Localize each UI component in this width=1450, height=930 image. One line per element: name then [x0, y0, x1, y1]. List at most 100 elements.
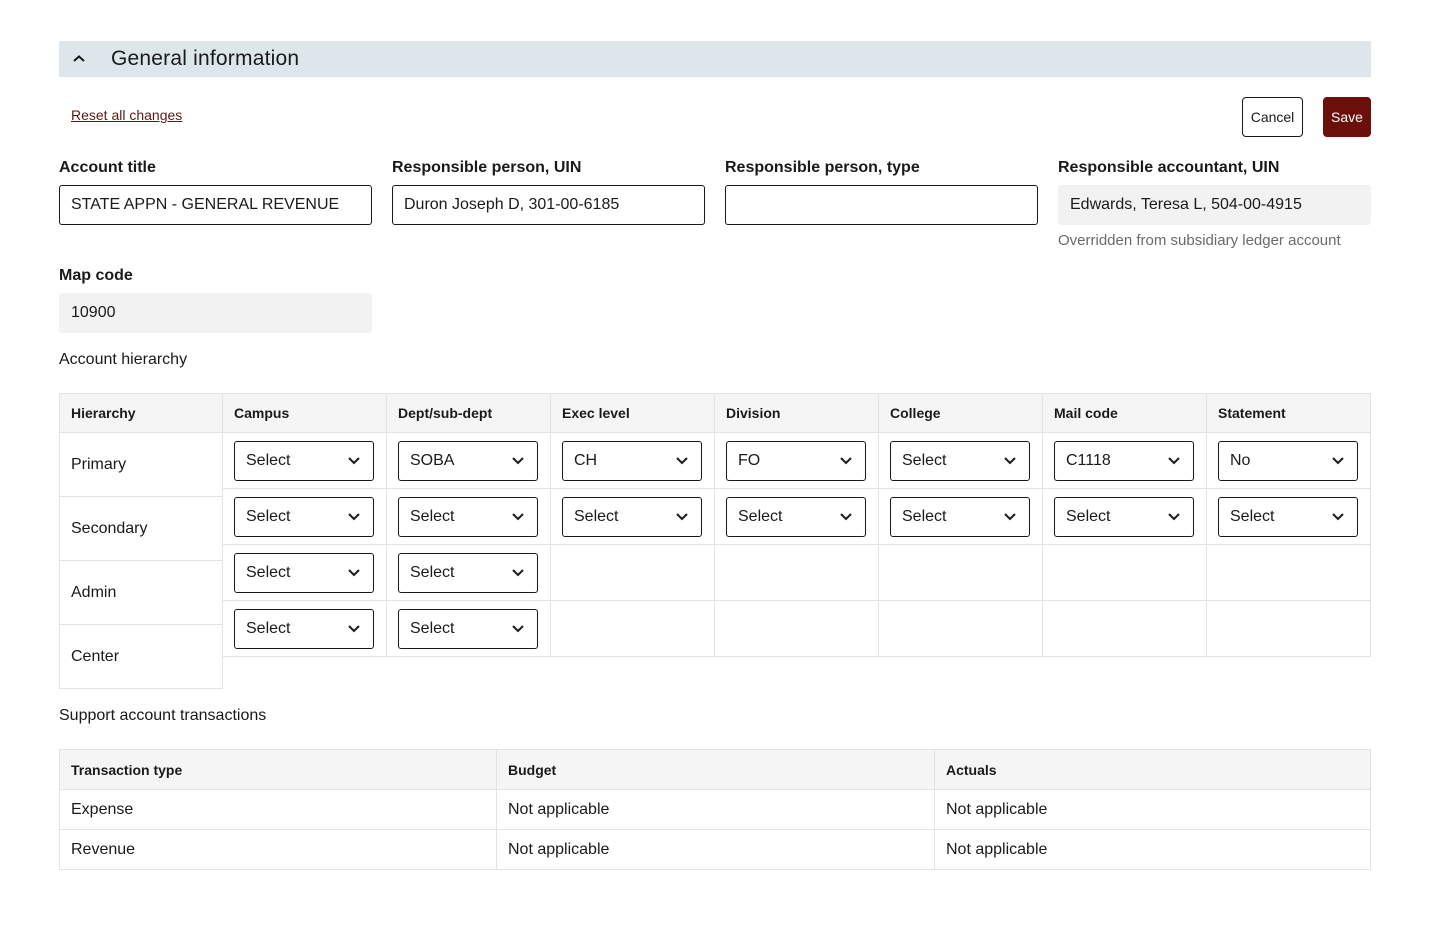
select-value: No [1230, 451, 1251, 469]
column-header-statement: Statement [1207, 393, 1371, 433]
select-campus-center[interactable]: Select [234, 608, 374, 649]
select-dept-sub-dept-primary[interactable]: SOBA [398, 440, 538, 481]
save-button[interactable]: Save [1323, 97, 1371, 137]
grid-cell: Select [223, 545, 387, 601]
table-row: Select Select Select Select Select Select Sele… [223, 489, 1371, 545]
responsible-person-uin-input[interactable]: Duron Joseph D, 301-00-6185 [392, 185, 705, 225]
hierarchy-header-row: Campus Dept/sub-dept Exec level Division Col… [223, 393, 1371, 433]
select-statement-primary[interactable]: No [1218, 440, 1358, 481]
column-header-transaction-type: Transaction type [60, 750, 497, 790]
grid-cell: SOBA [387, 433, 551, 489]
chevron-down-icon [511, 456, 525, 465]
table-row: Select Select [223, 601, 1371, 657]
grid-cell [1043, 601, 1207, 657]
responsible-person-type-input[interactable] [725, 185, 1038, 225]
select-statement-secondary[interactable]: Select [1218, 496, 1358, 537]
column-header-hierarchy: Hierarchy [59, 393, 223, 433]
select-value: SOBA [410, 451, 455, 469]
section-header[interactable]: General information [59, 41, 1371, 77]
select-value: Select [246, 619, 291, 637]
select-value: C1118 [1066, 451, 1111, 469]
chevron-down-icon [1331, 456, 1345, 465]
select-dept-sub-dept-admin[interactable]: Select [398, 552, 538, 593]
select-mail-code-primary[interactable]: C1118 [1054, 440, 1194, 481]
grid-cell: Select [715, 489, 879, 545]
select-college-secondary[interactable]: Select [890, 496, 1030, 537]
select-division-primary[interactable]: FO [726, 440, 866, 481]
grid-cell: Select [1207, 489, 1371, 545]
chevron-down-icon [511, 624, 525, 633]
select-value: Select [246, 507, 291, 525]
chevron-down-icon [511, 568, 525, 577]
cell-budget: Not applicable [497, 790, 935, 830]
select-exec-level-secondary[interactable]: Select [562, 496, 702, 537]
select-value: Select [574, 507, 619, 525]
cell-transaction-type: Expense [60, 790, 497, 830]
select-value: Select [1230, 507, 1275, 525]
column-header-dept-sub-dept: Dept/sub-dept [387, 393, 551, 433]
grid-cell [715, 545, 879, 601]
transactions-table: Transaction type Budget Actuals Expense … [59, 749, 1371, 870]
chevron-down-icon [511, 512, 525, 521]
map-code-value: 10900 [59, 293, 372, 333]
grid-cell: Select [223, 433, 387, 489]
column-header-exec-level: Exec level [551, 393, 715, 433]
chevron-down-icon [347, 624, 361, 633]
select-mail-code-secondary[interactable]: Select [1054, 496, 1194, 537]
select-dept-sub-dept-center[interactable]: Select [398, 608, 538, 649]
account-title-label: Account title [59, 159, 156, 176]
select-value: Select [902, 507, 947, 525]
chevron-down-icon [347, 568, 361, 577]
column-header-mail-code: Mail code [1043, 393, 1207, 433]
grid-cell: Select [879, 489, 1043, 545]
cell-actuals: Not applicable [935, 790, 1370, 830]
grid-cell: C1118 [1043, 433, 1207, 489]
chevron-down-icon [1331, 512, 1345, 521]
select-division-secondary[interactable]: Select [726, 496, 866, 537]
table-row: Revenue Not applicable Not applicable [60, 830, 1370, 870]
grid-cell: FO [715, 433, 879, 489]
map-code-label: Map code [59, 267, 133, 284]
select-dept-sub-dept-secondary[interactable]: Select [398, 496, 538, 537]
reset-all-changes-link[interactable]: Reset all changes [71, 107, 182, 123]
table-row: Expense Not applicable Not applicable [60, 790, 1370, 830]
responsible-accountant-uin-label: Responsible accountant, UIN [1058, 159, 1280, 176]
column-header-division: Division [715, 393, 879, 433]
column-header-college: College [879, 393, 1043, 433]
chevron-down-icon [839, 456, 853, 465]
grid-cell: Select [879, 433, 1043, 489]
grid-cell: No [1207, 433, 1371, 489]
grid-cell [879, 545, 1043, 601]
grid-cell: CH [551, 433, 715, 489]
select-value: Select [410, 563, 455, 581]
select-value: Select [1066, 507, 1111, 525]
chevron-up-icon[interactable] [59, 41, 99, 77]
grid-cell: Select [387, 545, 551, 601]
select-campus-admin[interactable]: Select [234, 552, 374, 593]
account-title-input[interactable]: STATE APPN - GENERAL REVENUE [59, 185, 372, 225]
select-value: Select [410, 619, 455, 637]
column-header-budget: Budget [497, 750, 935, 790]
grid-cell [1207, 545, 1371, 601]
select-college-primary[interactable]: Select [890, 440, 1030, 481]
responsible-person-type-label: Responsible person, type [725, 159, 920, 176]
grid-cell: Select [551, 489, 715, 545]
cell-transaction-type: Revenue [60, 830, 497, 870]
chevron-down-icon [839, 512, 853, 521]
select-exec-level-primary[interactable]: CH [562, 440, 702, 481]
grid-cell: Select [223, 489, 387, 545]
select-campus-secondary[interactable]: Select [234, 496, 374, 537]
grid-cell [715, 601, 879, 657]
chevron-down-icon [675, 456, 689, 465]
row-label-primary: Primary [59, 433, 223, 497]
select-value: CH [574, 451, 598, 469]
hierarchy-grid: Campus Dept/sub-dept Exec level Division Col… [223, 393, 1371, 657]
select-campus-primary[interactable]: Select [234, 440, 374, 481]
section-title: General information [111, 47, 300, 70]
grid-cell: Select [223, 601, 387, 657]
chevron-down-icon [1003, 512, 1017, 521]
select-value: FO [738, 451, 761, 469]
row-label-secondary: Secondary [59, 497, 223, 561]
cancel-button[interactable]: Cancel [1242, 97, 1303, 137]
select-value: Select [410, 507, 455, 525]
